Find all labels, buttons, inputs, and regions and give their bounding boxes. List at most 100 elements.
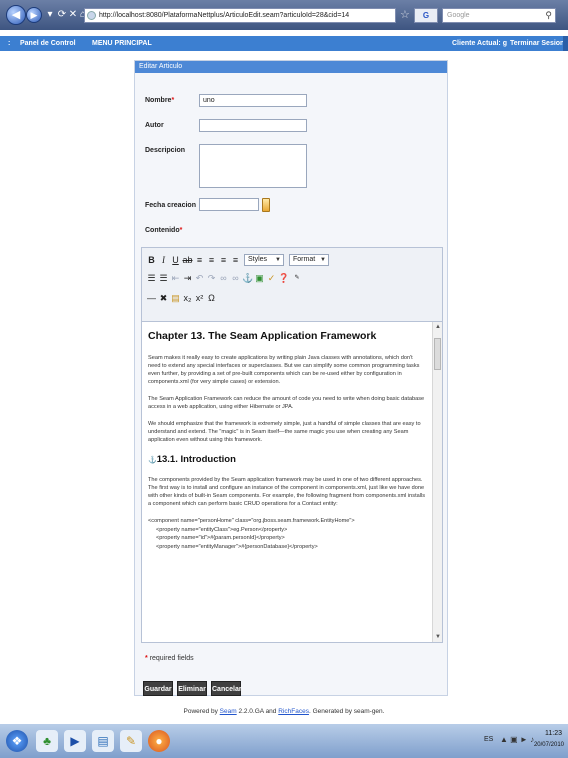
xml-line: <component name="personHome" class="org.… [148,518,355,524]
menu-principal-link[interactable]: MENU PRINCIPAL [92,36,152,51]
align-left-icon[interactable]: ≡ [194,254,205,266]
required-fields-note: * required fields [145,655,194,662]
italic-icon[interactable]: I [158,254,169,266]
cliente-actual-text: Cliente Actual: g [452,40,507,47]
indent-icon[interactable]: ⇥ [182,272,193,284]
scroll-up-icon[interactable]: ▲ [435,324,441,330]
fecha-creacion-label: Fecha creacion [145,202,196,209]
xml-line: <property name="entityClass">eg.Person</… [156,526,288,533]
descripcion-label: Descripcion [145,147,186,154]
firefox-icon[interactable]: ● [148,730,170,752]
calendar-icon[interactable] [262,198,270,212]
align-justify-icon[interactable]: ≡ [230,254,241,266]
start-button-icon[interactable]: ❖ [6,730,28,752]
menu-bullet-icon: : [8,40,11,47]
horizontal-rule-icon[interactable]: — [146,292,157,304]
scrollbar-thumb[interactable] [434,338,441,370]
visual-aid-icon[interactable]: ▤ [170,292,181,304]
content-paragraph: The Seam Application Framework can reduc… [148,396,425,410]
align-center-icon[interactable]: ≡ [206,254,217,266]
content-heading-2: ⚓13.1. Introduction [148,454,236,465]
app-icon[interactable]: ♣ [36,730,58,752]
language-indicator[interactable]: ES [484,736,493,743]
panel-control-link[interactable]: Panel de Control [20,36,76,51]
nombre-field[interactable]: uno [199,94,307,107]
required-mark: * [171,97,175,104]
search-input[interactable]: Google ⚲ [442,8,556,23]
system-tray: ES ▲ ▣ ► ♪ 11:23 20/07/2010 [482,724,568,758]
search-engine-icon[interactable]: G [414,8,438,23]
rich-text-editor: B I Uab ≡ ≡ ≡ ≡ Styles ▼ Format ▼ ☰ ☰ ⇤ ⇥ ↶ ↷ ∞ ∞ ⚓ ▣ ✓ ❓ ✎ — ✖… [141,247,443,643]
fecha-creacion-field[interactable] [199,198,259,211]
html-icon[interactable]: ✎ [290,272,304,284]
address-bar[interactable]: http://localhost:8080/PlataformaNettplus… [84,8,396,23]
page-footer: Powered by Seam 2.2.0.GA and RichFaces. … [183,708,385,715]
image-icon[interactable]: ▣ [254,272,265,284]
eliminar-button[interactable]: Eliminar [177,681,207,696]
unlink-icon[interactable]: ∞ [230,272,241,284]
taskbar: ❖ ♣ ▶ ▤ ✎ ● ES ▲ ▣ ► ♪ 11:23 20/07/2010 [0,724,568,758]
cancelar-button[interactable]: Cancelar [211,681,242,696]
autor-label: Autor [145,122,164,129]
cleanup-icon[interactable]: ✓ [266,272,277,284]
link-icon[interactable]: ∞ [218,272,229,284]
editor-scrollbar[interactable]: ▲ ▼ [432,322,442,642]
dropdown-icon[interactable]: ▾ [44,9,56,21]
align-right-icon[interactable]: ≡ [218,254,229,266]
bullet-list-icon[interactable]: ☰ [146,272,157,284]
required-mark: * [145,655,148,662]
content-paragraph: The components provided by the Seam appl… [148,477,426,507]
outdent-icon[interactable]: ⇤ [170,272,181,284]
media-player-icon[interactable]: ▶ [64,730,86,752]
special-char-icon[interactable]: Ω [206,292,217,304]
xml-code-block: <component name="personHome" class="org.… [148,517,426,551]
autor-field[interactable] [199,119,307,132]
xml-line: <property name="entityManager">#{personD… [156,543,318,550]
contenido-label: Contenido* [145,227,183,234]
styles-select[interactable]: Styles ▼ [244,254,284,266]
editor-content[interactable]: Chapter 13. The Seam Application Framewo… [142,322,432,642]
explorer-icon[interactable]: ▤ [92,730,114,752]
underline-icon[interactable]: U [170,254,181,266]
toolbar-row-1: B I Uab ≡ ≡ ≡ ≡ Styles ▼ Format ▼ [146,252,332,268]
superscript-icon[interactable]: x² [194,292,205,304]
chevron-down-icon: ▼ [275,257,281,263]
numbered-list-icon[interactable]: ☰ [158,272,169,284]
toolbar-row-3: — ✖ ▤ x₂ x² Ω [146,290,218,306]
content-paragraph: We should emphasize that the framework i… [148,421,421,443]
forward-button[interactable]: ▶ [26,7,42,23]
anchor-icon[interactable]: ⚓ [242,272,253,284]
editar-articulo-panel: Editar Articulo Nombre* uno Autor Descri… [134,60,448,696]
format-select[interactable]: Format ▼ [289,254,329,266]
nombre-label: Nombre* [145,97,175,104]
help-icon[interactable]: ❓ [278,272,289,284]
back-button[interactable]: ◀ [6,5,26,25]
search-icon[interactable]: ⚲ [545,9,552,22]
content-paragraph: Seam makes it really easy to create appl… [148,355,420,385]
subscript-icon[interactable]: x₂ [182,292,193,304]
clock-date[interactable]: 20/07/2010 [534,742,564,748]
xml-line: <property name="id">#{param.personId}</p… [156,535,285,541]
remove-format-icon[interactable]: ✖ [158,292,169,304]
site-icon [87,11,96,20]
terminar-sesion-link[interactable]: Terminar Sesion [510,36,564,51]
descripcion-field[interactable] [199,144,307,188]
editor-app-icon[interactable]: ✎ [120,730,142,752]
bookmark-star-icon[interactable]: ☆ [400,8,410,21]
richfaces-link[interactable]: RichFaces [278,708,309,715]
undo-icon[interactable]: ↶ [194,272,205,284]
search-placeholder: Google [447,12,470,19]
seam-link[interactable]: Seam [220,708,237,715]
clock-time[interactable]: 11:23 [545,730,562,737]
required-mark: * [179,227,183,234]
scroll-down-icon[interactable]: ▼ [435,634,441,640]
appbar-edge [563,36,568,51]
content-heading-1: Chapter 13. The Seam Application Framewo… [148,330,377,342]
strikethrough-icon[interactable]: ab [182,254,193,266]
redo-icon[interactable]: ↷ [206,272,217,284]
browser-toolbar: ◀ ▶ ▾ ⟳ ✕ ⌂ http://localhost:8080/Plataf… [0,0,568,30]
bold-icon[interactable]: B [146,254,157,266]
guardar-button[interactable]: Guardar [143,681,173,696]
anchor-marker-icon: ⚓ [148,457,157,464]
tray-icons[interactable]: ▲ ▣ ► ♪ [500,735,534,744]
